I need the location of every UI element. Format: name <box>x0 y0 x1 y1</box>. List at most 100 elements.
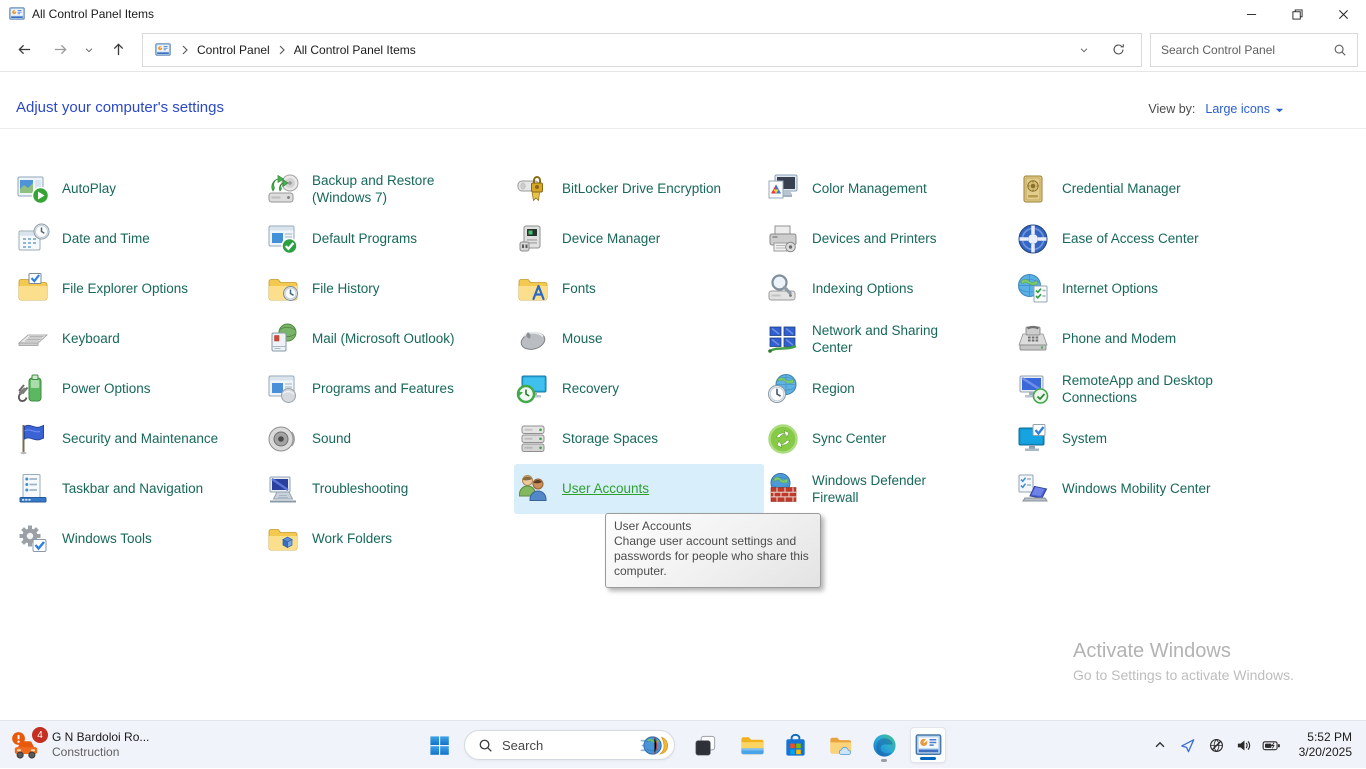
cpl-item-user-accounts[interactable]: User Accounts <box>514 464 764 514</box>
cpl-item-color-management[interactable]: Color Management <box>764 164 1014 214</box>
cpl-item-troubleshooting[interactable]: Troubleshooting <box>264 464 514 514</box>
cpl-item-file-history[interactable]: File History <box>264 264 514 314</box>
refresh-button[interactable] <box>1101 34 1135 66</box>
cpl-item-mail-microsoft-outlook[interactable]: Mail (Microsoft Outlook) <box>264 314 514 364</box>
forward-button[interactable] <box>42 33 78 67</box>
windows-mobility-icon <box>1016 472 1050 506</box>
windows-tools-icon <box>16 522 50 556</box>
file-explorer-options-icon <box>16 272 50 306</box>
cpl-item-indexing-options[interactable]: Indexing Options <box>764 264 1014 314</box>
cpl-item-bitlocker-drive-encryption[interactable]: BitLocker Drive Encryption <box>514 164 764 214</box>
taskbar-file-explorer-button[interactable] <box>734 727 770 763</box>
cpl-item-label: Recovery <box>562 380 619 397</box>
widgets-button[interactable]: 4 G N Bardoloi Ro... Construction <box>10 728 149 762</box>
taskbar-clock[interactable]: 5:52 PM 3/20/2025 <box>1299 730 1352 760</box>
cpl-item-security-and-maintenance[interactable]: Security and Maintenance <box>14 414 264 464</box>
up-button[interactable] <box>100 33 136 67</box>
breadcrumb-all-control-panel-items[interactable]: All Control Panel Items <box>292 41 418 59</box>
taskbar-desktop-folder-button[interactable] <box>822 727 858 763</box>
keyboard-icon <box>16 322 50 356</box>
cpl-item-label: Power Options <box>62 380 151 397</box>
maximize-restore-button[interactable] <box>1274 0 1320 28</box>
desktop-folder-icon <box>827 732 854 759</box>
search-placeholder: Search Control Panel <box>1161 43 1333 57</box>
cpl-item-credential-manager[interactable]: Credential Manager <box>1014 164 1264 214</box>
address-dropdown-button[interactable] <box>1067 34 1101 66</box>
region-icon <box>766 372 800 406</box>
header-separator <box>0 128 1366 129</box>
cpl-item-recovery[interactable]: Recovery <box>514 364 764 414</box>
cpl-item-label: System <box>1062 430 1107 447</box>
cpl-item-label: Sync Center <box>812 430 886 447</box>
cpl-item-fonts[interactable]: Fonts <box>514 264 764 314</box>
cpl-item-windows-tools[interactable]: Windows Tools <box>14 514 264 564</box>
cpl-item-backup-and-restore-windows-7[interactable]: Backup and Restore (Windows 7) <box>264 164 514 214</box>
windows-firewall-icon <box>766 472 800 506</box>
cpl-item-keyboard[interactable]: Keyboard <box>14 314 264 364</box>
control-panel-icon <box>155 42 171 58</box>
sound-icon <box>266 422 300 456</box>
battery-icon[interactable] <box>1257 727 1287 763</box>
cpl-item-label: File History <box>312 280 380 297</box>
page-title: Adjust your computer's settings <box>16 99 224 116</box>
window-title: All Control Panel Items <box>32 7 154 21</box>
cpl-item-network-and-sharing-center[interactable]: Network and Sharing Center <box>764 314 1014 364</box>
user-accounts-icon <box>516 472 550 506</box>
back-button[interactable] <box>6 33 42 67</box>
cpl-item-taskbar-and-navigation[interactable]: Taskbar and Navigation <box>14 464 264 514</box>
cpl-item-internet-options[interactable]: Internet Options <box>1014 264 1264 314</box>
cpl-item-system[interactable]: System <box>1014 414 1264 464</box>
taskbar-microsoft-store-button[interactable] <box>777 727 813 763</box>
cpl-item-label: AutoPlay <box>62 180 116 197</box>
cpl-item-label: Fonts <box>562 280 596 297</box>
network-globe-icon[interactable] <box>1203 727 1231 763</box>
cpl-item-windows-mobility-center[interactable]: Windows Mobility Center <box>1014 464 1264 514</box>
chevron-up-icon[interactable] <box>1147 727 1173 763</box>
bitlocker-icon <box>516 172 550 206</box>
taskbar-task-view-button[interactable] <box>687 727 723 763</box>
start-button[interactable] <box>421 727 457 763</box>
cpl-item-region[interactable]: Region <box>764 364 1014 414</box>
search-input[interactable]: Search Control Panel <box>1150 33 1358 67</box>
taskbar: 4 G N Bardoloi Ro... Construction Search… <box>0 720 1366 768</box>
view-by-value: Large icons <box>1205 102 1270 116</box>
cpl-item-remoteapp-and-desktop-connections[interactable]: RemoteApp and Desktop Connections <box>1014 364 1264 414</box>
cpl-item-label: User Accounts <box>562 480 649 497</box>
cpl-item-label: Indexing Options <box>812 280 913 297</box>
recent-locations-button[interactable] <box>78 33 100 67</box>
active-app-indicator <box>920 757 936 760</box>
cpl-item-label: Backup and Restore (Windows 7) <box>312 172 434 207</box>
cpl-item-label: Sound <box>312 430 351 447</box>
location-icon[interactable] <box>1173 727 1203 763</box>
cpl-item-sound[interactable]: Sound <box>264 414 514 464</box>
volume-icon[interactable] <box>1231 727 1257 763</box>
address-bar[interactable]: Control Panel All Control Panel Items <box>142 33 1142 67</box>
cpl-item-autoplay[interactable]: AutoPlay <box>14 164 264 214</box>
cpl-item-label: Windows Mobility Center <box>1062 480 1211 497</box>
close-button[interactable] <box>1320 0 1366 28</box>
cpl-item-programs-and-features[interactable]: Programs and Features <box>264 364 514 414</box>
recovery-icon <box>516 372 550 406</box>
taskbar-control-panel-button[interactable] <box>910 727 946 763</box>
minimize-button[interactable] <box>1228 0 1274 28</box>
breadcrumb-control-panel[interactable]: Control Panel <box>195 41 272 59</box>
cpl-item-date-and-time[interactable]: Date and Time <box>14 214 264 264</box>
weather-globe-sun-icon <box>638 733 669 758</box>
taskbar-search[interactable]: Search <box>464 730 675 760</box>
cpl-item-storage-spaces[interactable]: Storage Spaces <box>514 414 764 464</box>
cpl-item-devices-and-printers[interactable]: Devices and Printers <box>764 214 1014 264</box>
autoplay-icon <box>16 172 50 206</box>
cpl-item-work-folders[interactable]: Work Folders <box>264 514 514 564</box>
cpl-item-label: Troubleshooting <box>312 480 408 497</box>
cpl-item-mouse[interactable]: Mouse <box>514 314 764 364</box>
cpl-item-sync-center[interactable]: Sync Center <box>764 414 1014 464</box>
view-by-dropdown[interactable]: Large icons <box>1205 102 1284 116</box>
cpl-item-ease-of-access-center[interactable]: Ease of Access Center <box>1014 214 1264 264</box>
cpl-item-default-programs[interactable]: Default Programs <box>264 214 514 264</box>
cpl-item-file-explorer-options[interactable]: File Explorer Options <box>14 264 264 314</box>
cpl-item-windows-defender-firewall[interactable]: Windows Defender Firewall <box>764 464 1014 514</box>
cpl-item-phone-and-modem[interactable]: Phone and Modem <box>1014 314 1264 364</box>
cpl-item-power-options[interactable]: Power Options <box>14 364 264 414</box>
cpl-item-device-manager[interactable]: Device Manager <box>514 214 764 264</box>
taskbar-microsoft-edge-button[interactable] <box>866 727 902 763</box>
